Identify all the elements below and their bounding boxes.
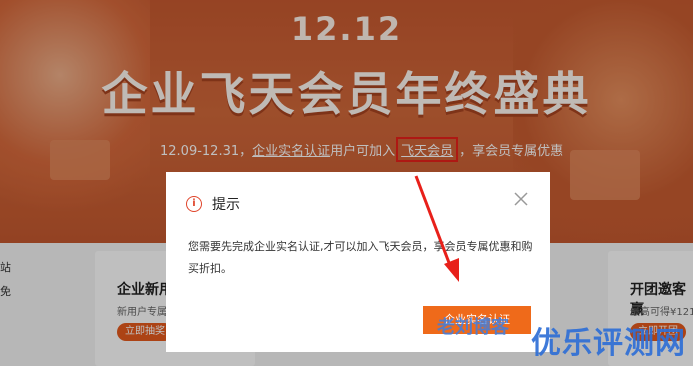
annotation-arrow bbox=[414, 175, 459, 282]
watermark-text: 老刘博客 bbox=[437, 317, 509, 338]
watermark-logo: 优乐评测网 bbox=[531, 326, 686, 361]
